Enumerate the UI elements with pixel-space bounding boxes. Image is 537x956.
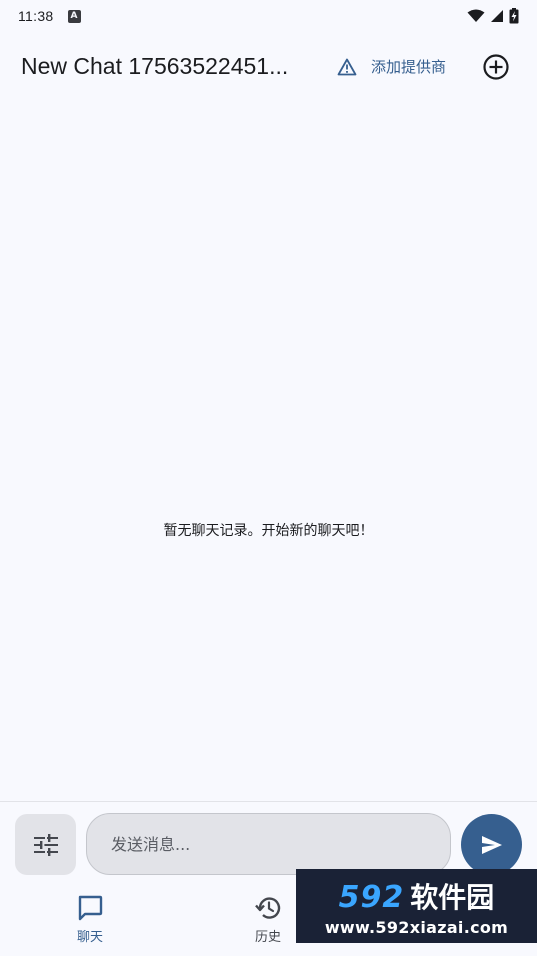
chat-bubble-icon <box>78 895 103 921</box>
nav-label-history: 历史 <box>254 930 281 945</box>
watermark-url: www.592xiazai.com <box>324 917 509 937</box>
battery-charging-icon <box>509 8 519 24</box>
empty-chat-message: 暂无聊天记录。开始新的聊天吧！ <box>163 523 374 539</box>
nav-item-chat[interactable]: 聊天 <box>50 894 130 945</box>
nav-label-chat: 聊天 <box>76 930 103 945</box>
tune-sliders-icon <box>33 833 58 856</box>
warning-triangle-icon <box>337 58 357 75</box>
send-icon <box>481 835 502 854</box>
status-icons <box>467 8 519 24</box>
input-divider <box>0 801 537 802</box>
status-bar: 11:38 A <box>0 0 537 32</box>
add-circle-icon <box>483 54 509 80</box>
chat-title: New Chat 17563522451... <box>21 52 289 79</box>
watermark-logo: 592 软件园 www.592xiazai.com <box>296 869 537 943</box>
send-button[interactable] <box>461 814 522 875</box>
signal-icon <box>491 10 503 22</box>
history-icon <box>255 897 281 919</box>
app-bar: New Chat 17563522451... 添加提供商 <box>0 38 537 94</box>
message-composer <box>0 813 537 875</box>
add-provider-label: 添加提供商 <box>371 58 447 76</box>
a-box-icon: A <box>67 9 81 23</box>
new-chat-button[interactable] <box>480 51 512 83</box>
status-time: 11:38 <box>18 8 54 24</box>
add-provider-button[interactable]: 添加提供商 <box>337 56 446 77</box>
watermark-text: 软件园 <box>410 880 495 914</box>
wifi-icon <box>467 9 485 22</box>
message-input[interactable] <box>86 813 451 875</box>
watermark-number: 592 <box>338 879 405 915</box>
chat-settings-button[interactable] <box>15 814 76 875</box>
